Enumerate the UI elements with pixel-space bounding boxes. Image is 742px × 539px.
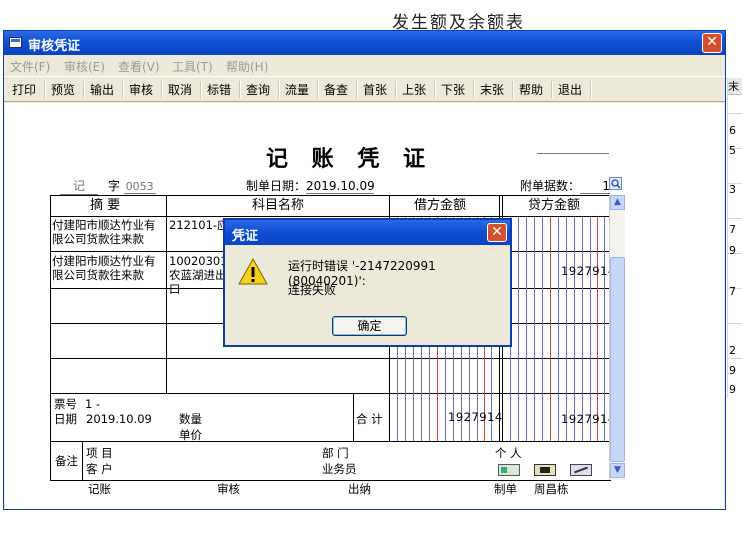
- background-table-edge: 末余 6 5 3 7 9 7 2 9 9: [727, 78, 742, 398]
- voucher-title: 记 账 凭 证: [266, 146, 433, 172]
- mark-error-button[interactable]: 标错: [207, 81, 231, 98]
- background-number: 2: [729, 344, 736, 357]
- total-debit: 1927914: [448, 410, 503, 424]
- row2-account[interactable]: 10020301-农蓝湖进出口: [169, 254, 232, 296]
- auxiliary-print-icon[interactable]: [534, 464, 556, 476]
- query-button[interactable]: 查询: [246, 81, 270, 98]
- background-number: 9: [729, 383, 736, 396]
- ticket-value: 1 -: [85, 397, 101, 411]
- price-label: 单价: [179, 428, 202, 442]
- voucher-date[interactable]: 2019.10.09: [306, 179, 375, 194]
- auxiliary-card-icon[interactable]: [498, 464, 520, 476]
- menu-file[interactable]: 文件(F): [10, 58, 50, 75]
- row1-summary[interactable]: 付建阳市顺达竹业有限公司货款往来款: [52, 218, 164, 246]
- attachments-label: 附单据数：: [520, 179, 581, 193]
- ok-button[interactable]: 确定: [332, 316, 407, 336]
- warning-icon: [238, 257, 268, 285]
- footer-audit: 审核: [217, 482, 240, 496]
- background-number: 3: [729, 183, 736, 196]
- cancel-button[interactable]: 取消: [168, 81, 192, 98]
- background-number: 7: [729, 223, 736, 236]
- remark-label: 备注: [55, 454, 78, 468]
- window-app-icon: [9, 37, 22, 48]
- voucher-type[interactable]: 记: [60, 177, 98, 195]
- customer-label: 客 户: [86, 462, 113, 476]
- footer-cashier: 出纳: [348, 482, 371, 496]
- preview-button[interactable]: 预览: [51, 81, 75, 98]
- menu-view[interactable]: 查看(V): [118, 58, 160, 75]
- last-button[interactable]: 末张: [480, 81, 504, 98]
- ticket-label: 票号: [54, 397, 77, 411]
- auxiliary-edit-icon[interactable]: [570, 464, 592, 476]
- output-button[interactable]: 输出: [90, 81, 114, 98]
- cashflow-button[interactable]: 流量: [285, 81, 309, 98]
- date2-value: 2019.10.09: [86, 412, 152, 426]
- window-title: 审核凭证: [28, 39, 81, 54]
- footer-maker-label: 制单: [494, 482, 517, 496]
- header-account: 科目名称: [252, 198, 305, 213]
- first-button[interactable]: 首张: [363, 81, 387, 98]
- toolbar: 打印 预览 输出 审核 取消 标错 查询 流量 备查 首张 上张 下张 末张 帮…: [4, 76, 725, 102]
- project-label: 项 目: [86, 446, 113, 460]
- error-dialog: 凭证 ✕ 运行时错误 '-2147220991 (80040201)': 连接失…: [223, 218, 512, 347]
- department-label: 部 门: [322, 446, 349, 460]
- date-label: 制单日期：: [246, 179, 307, 193]
- attachment-lookup-icon[interactable]: [609, 177, 622, 190]
- background-number: 9: [729, 244, 736, 257]
- scroll-up-icon[interactable]: ▲: [610, 195, 625, 210]
- exit-button[interactable]: 退出: [558, 81, 582, 98]
- row2-summary[interactable]: 付建阳市顺达竹业有限公司货款往来款: [52, 254, 164, 282]
- window-close-button[interactable]: ✕: [702, 33, 722, 53]
- window-titlebar[interactable]: 审核凭证 ✕: [4, 31, 725, 55]
- previous-button[interactable]: 上张: [402, 81, 426, 98]
- row2-credit[interactable]: 1927914: [561, 264, 616, 278]
- dialog-close-button[interactable]: ✕: [487, 223, 507, 242]
- voucher-type-field[interactable]: 记 字 0053: [60, 177, 162, 195]
- menu-bar: 文件(F) 审核(E) 查看(V) 工具(T) 帮助(H): [4, 55, 725, 75]
- header-debit: 借方金额: [414, 198, 467, 213]
- background-number: 7: [729, 285, 736, 298]
- salesman-label: 业务员: [322, 462, 357, 476]
- background-column-header: 末余: [728, 78, 742, 95]
- date2-label: 日期: [54, 412, 77, 426]
- header-summary: 摘 要: [90, 198, 121, 213]
- background-number: 6: [729, 124, 736, 137]
- menu-tools[interactable]: 工具(T): [172, 58, 213, 75]
- help-button[interactable]: 帮助: [519, 81, 543, 98]
- footer-bookkeeping: 记账: [88, 482, 111, 496]
- total-label: 合 计: [356, 412, 383, 426]
- header-credit: 贷方金额: [528, 198, 581, 213]
- menu-help[interactable]: 帮助(H): [226, 58, 268, 75]
- memo-button[interactable]: 备查: [324, 81, 348, 98]
- scroll-thumb[interactable]: [610, 257, 625, 462]
- audit-button[interactable]: 审核: [129, 81, 153, 98]
- voucher-scrollbar[interactable]: ▲ ▼: [609, 195, 625, 480]
- row1-account[interactable]: 212101-应付: [169, 218, 229, 232]
- footer-maker-name: 周昌栋: [534, 482, 569, 496]
- dialog-title: 凭证: [232, 229, 259, 244]
- dialog-message-detail: 连接失败: [288, 283, 337, 297]
- total-credit: 1927914: [561, 412, 616, 426]
- background-number: 9: [729, 364, 736, 377]
- next-button[interactable]: 下张: [441, 81, 465, 98]
- scroll-down-icon[interactable]: ▼: [610, 463, 625, 478]
- attachments-count[interactable]: 1: [580, 179, 611, 194]
- person-label: 个 人: [495, 446, 522, 460]
- dialog-titlebar[interactable]: 凭证 ✕: [225, 220, 510, 245]
- voucher-zi: 字: [107, 179, 120, 193]
- print-button[interactable]: 打印: [12, 81, 36, 98]
- quantity-label: 数量: [179, 412, 202, 426]
- voucher-number[interactable]: 0053: [123, 180, 156, 194]
- background-number: 5: [729, 144, 736, 157]
- menu-audit[interactable]: 审核(E): [64, 58, 105, 75]
